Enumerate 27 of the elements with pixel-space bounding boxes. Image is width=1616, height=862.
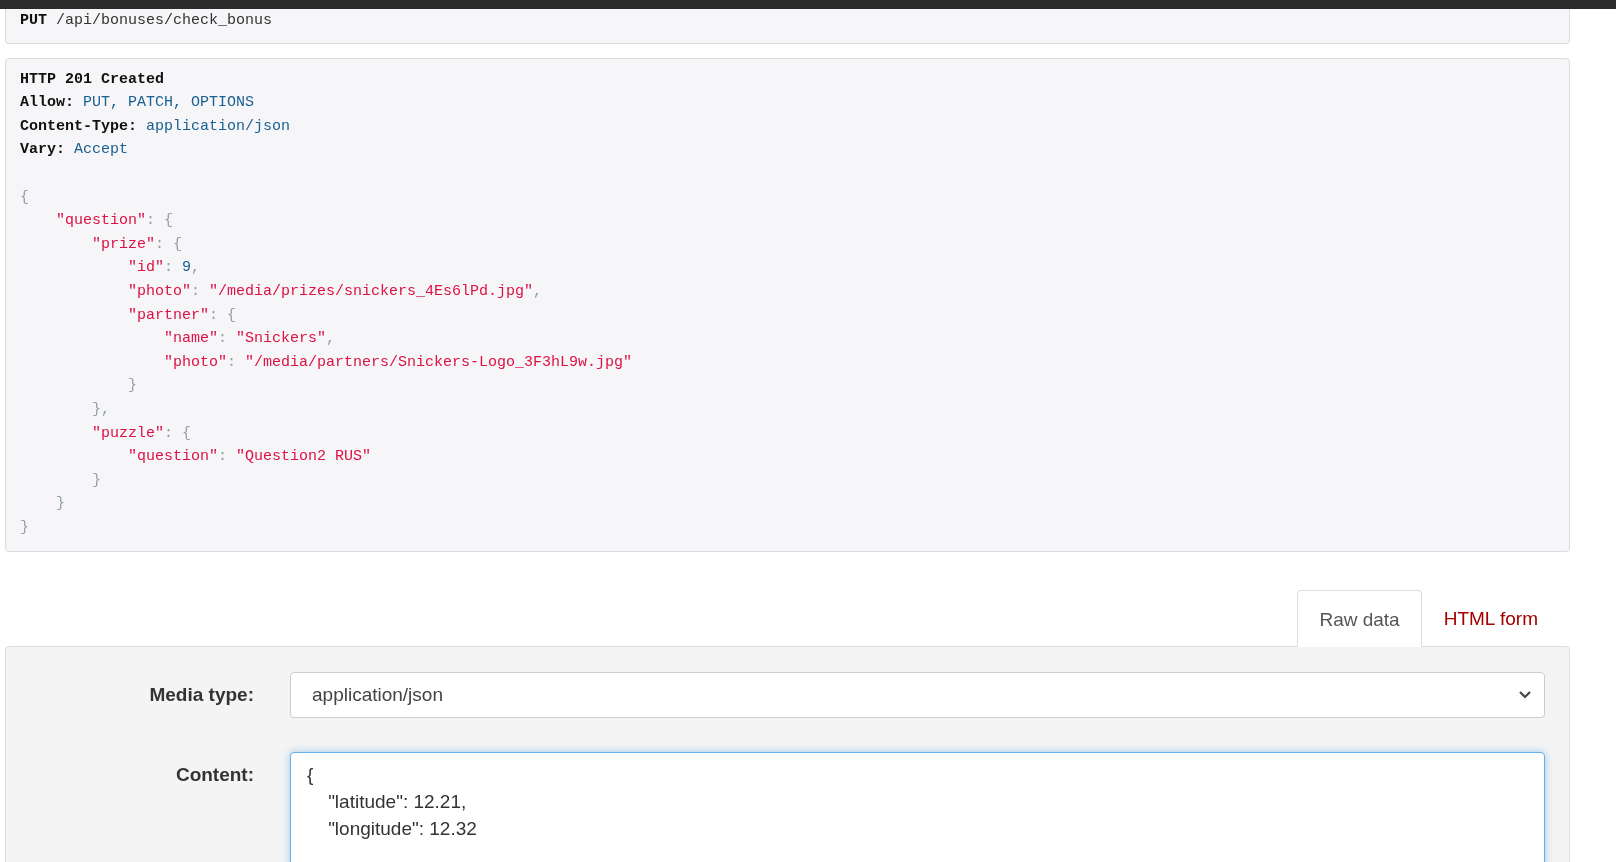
request-line: PUT /api/bonuses/check_bonus [20,11,274,31]
media-type-dropdown[interactable]: application/json [290,672,1545,719]
code-line: "photo": "/media/partners/Snickers-Logo_3F3hL9w.jpg" [163,352,634,373]
code-line: } [127,376,139,397]
field-label: Media type: [148,683,254,707]
code-line: }, [91,399,111,420]
code-line: } [55,494,66,515]
field-label: Content: [174,763,254,787]
response-header: Content-Type: application/json [20,116,292,137]
code-line: "prize": { [91,234,184,255]
response-status: HTTP 201 Created [20,69,166,90]
tab[interactable]: Raw data [1297,590,1422,648]
code-line: "question": { [55,211,175,232]
tab[interactable]: HTML form [1421,590,1560,647]
chevron-down-icon [1518,690,1532,701]
code-line: { [20,187,30,208]
response-header: Vary: Accept [20,140,130,161]
code-line: "name": "Snickers", [163,329,337,350]
code-line: "id": 9, [127,258,202,279]
code-line: } [91,470,102,491]
code-line: "partner": { [127,305,238,326]
code-line: "puzzle": { [91,423,193,444]
content-field[interactable]: { "latitude": 12.21, "longitude": 12.32 [290,752,1545,862]
code-line: } [20,517,30,538]
code-line: "photo": "/media/prizes/snickers_4Es6lPd.jpg", [127,281,544,302]
response-header: Allow: PUT, PATCH, OPTIONS [20,93,256,114]
code-line: "question": "Question2 RUS" [127,447,373,468]
